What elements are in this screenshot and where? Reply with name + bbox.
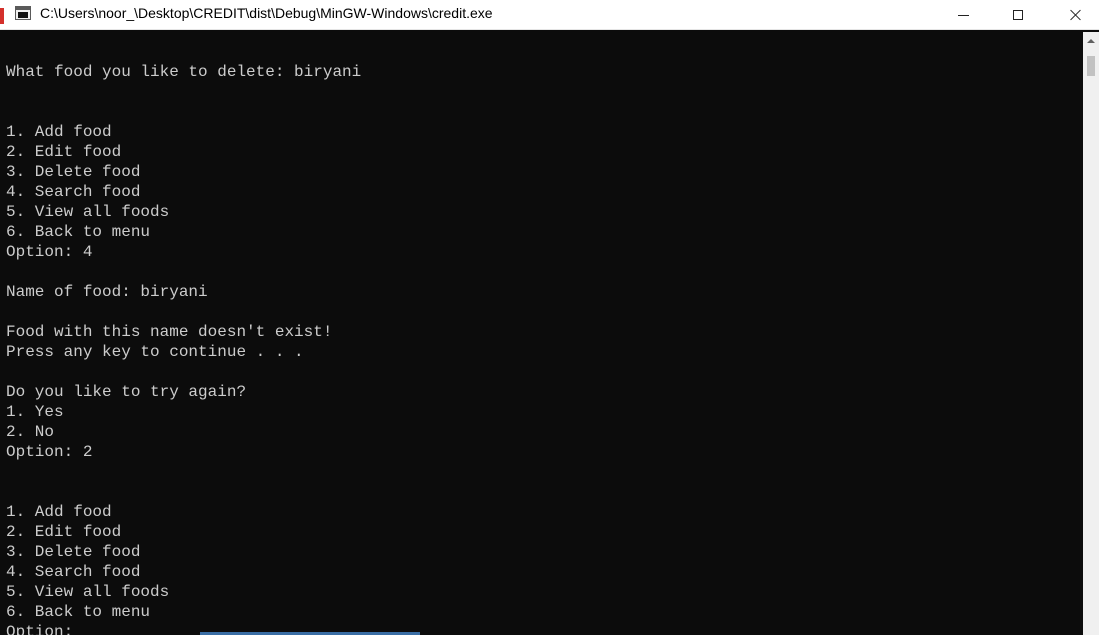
console-window-icon[interactable] (15, 6, 31, 20)
console-line: 5. View all foods (6, 203, 170, 221)
scroll-thumb[interactable] (1087, 56, 1095, 76)
console-line: Option: 2 (6, 443, 93, 461)
console-line: Food with this name doesn't exist! (6, 323, 333, 341)
console-line: Name of food: biryani (6, 283, 208, 301)
window-title: C:\Users\noor_\Desktop\CREDIT\dist\Debug… (40, 5, 493, 21)
maximize-button[interactable] (995, 0, 1041, 30)
close-button[interactable] (1053, 0, 1099, 30)
vertical-scrollbar[interactable] (1083, 32, 1099, 635)
background-window-edge (0, 8, 4, 24)
console-line: Do you like to try again? (6, 383, 247, 401)
console-line: 4. Search food (6, 183, 141, 201)
console-line: What food you like to delete: biryani (6, 63, 362, 81)
title-bar[interactable]: C:\Users\noor_\Desktop\CREDIT\dist\Debug… (0, 0, 1099, 30)
chevron-up-icon (1087, 38, 1095, 43)
console-line: 3. Delete food (6, 543, 141, 561)
console-line: 2. Edit food (6, 523, 122, 541)
console-line: Option: (6, 623, 83, 635)
console-line: 6. Back to menu (6, 603, 151, 621)
console-line: 6. Back to menu (6, 223, 151, 241)
console-line: 1. Add food (6, 503, 112, 521)
console-window: C:\Users\noor_\Desktop\CREDIT\dist\Debug… (0, 0, 1099, 635)
console-line: 5. View all foods (6, 583, 170, 601)
scroll-up-button[interactable] (1083, 32, 1099, 49)
console-line: 2. Edit food (6, 143, 122, 161)
close-icon (1070, 9, 1082, 21)
console-line: Option: 4 (6, 243, 93, 261)
minimize-icon (957, 14, 969, 16)
console-line: 3. Delete food (6, 163, 141, 181)
console-line: 1. Yes (6, 403, 64, 421)
console-line: Press any key to continue . . . (6, 343, 304, 361)
console-line: 1. Add food (6, 123, 112, 141)
console-line: 4. Search food (6, 563, 141, 581)
console-output[interactable]: What food you like to delete: biryani 1. … (6, 32, 1081, 635)
minimize-button[interactable] (940, 0, 986, 30)
console-line: 2. No (6, 423, 55, 441)
maximize-icon (1013, 10, 1023, 20)
